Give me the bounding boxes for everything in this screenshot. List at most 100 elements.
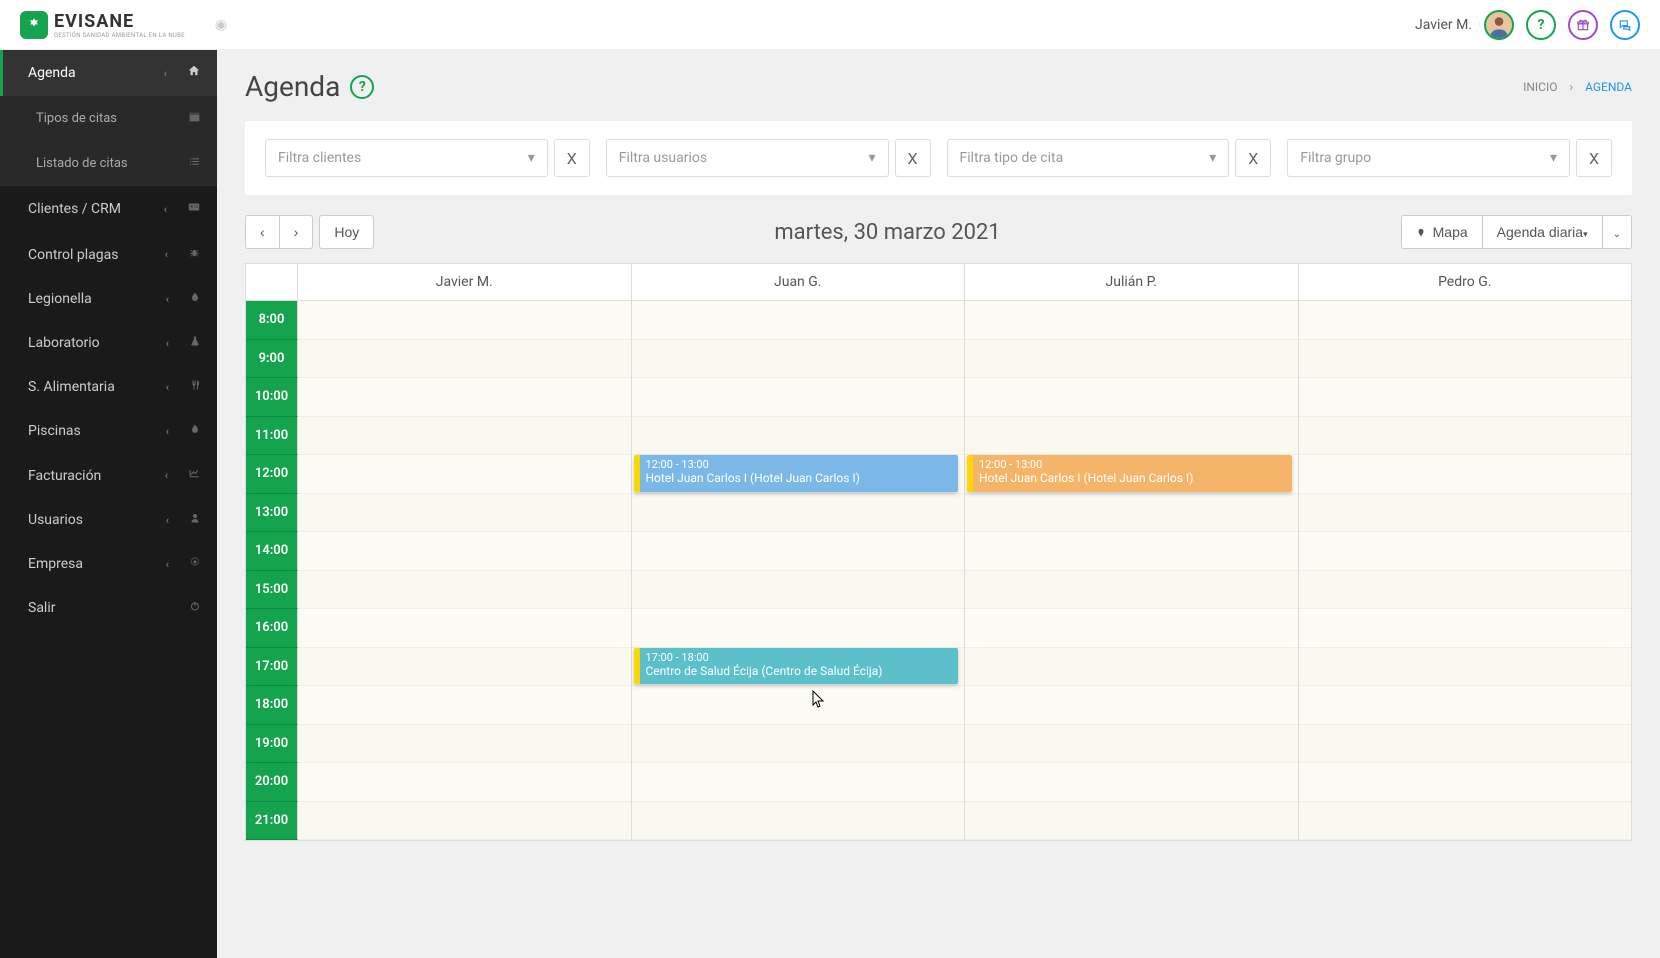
calendar-cell[interactable] — [298, 725, 631, 764]
mapa-button[interactable]: Mapa — [1401, 215, 1483, 249]
calendar-column[interactable]: 12:00 - 13:00Hotel Juan Carlos I (Hotel … — [965, 301, 1299, 840]
calendar-cell[interactable] — [965, 571, 1298, 610]
view-select[interactable]: Agenda diaria▾ — [1483, 215, 1603, 249]
sidebar-item-alimentaria[interactable]: S. Alimentaria ‹ — [0, 365, 217, 409]
calendar-cell[interactable] — [298, 378, 631, 417]
view-more-button[interactable]: ⌄ — [1603, 215, 1632, 249]
calendar-cell[interactable] — [298, 417, 631, 456]
calendar-cell[interactable] — [632, 725, 965, 764]
sidebar-item-legionella[interactable]: Legionella ‹ — [0, 277, 217, 321]
filter-usuarios-clear[interactable]: X — [895, 139, 931, 177]
user-name[interactable]: Javier M. — [1415, 17, 1472, 33]
collapse-icon[interactable]: ◉ — [215, 17, 227, 33]
help-icon[interactable]: ? — [350, 75, 374, 99]
sidebar-item-usuarios[interactable]: Usuarios ‹ — [0, 498, 217, 542]
calendar-cell[interactable] — [1299, 417, 1632, 456]
sidebar-item-laboratorio[interactable]: Laboratorio ‹ — [0, 321, 217, 365]
calendar-cell[interactable] — [632, 802, 965, 841]
calendar-cell[interactable] — [1299, 455, 1632, 494]
sidebar-item-facturacion[interactable]: Facturación ‹ — [0, 453, 217, 498]
calendar-column[interactable] — [298, 301, 632, 840]
filter-tipo-select[interactable]: Filtra tipo de cita ▾ — [947, 139, 1230, 177]
prev-button[interactable]: ‹ — [245, 215, 280, 249]
filter-usuarios-select[interactable]: Filtra usuarios ▾ — [606, 139, 889, 177]
calendar-cell[interactable] — [632, 763, 965, 802]
calendar-cell[interactable] — [1299, 802, 1632, 841]
time-label: 14:00 — [246, 532, 298, 571]
calendar-cell[interactable] — [298, 301, 631, 340]
logo[interactable]: EVISANE GESTIÓN SANIDAD AMBIENTAL EN LA … — [20, 11, 185, 39]
calendar-cell[interactable] — [632, 532, 965, 571]
filter-clientes-select[interactable]: Filtra clientes ▾ — [265, 139, 548, 177]
sidebar-sub-listado[interactable]: Listado de citas — [0, 141, 217, 186]
calendar-event[interactable]: 12:00 - 13:00Hotel Juan Carlos I (Hotel … — [634, 455, 959, 492]
brand-name: EVISANE — [54, 11, 185, 32]
calendar-cell[interactable] — [965, 725, 1298, 764]
sidebar-item-agenda[interactable]: Agenda ‹ — [0, 50, 217, 96]
calendar-cell[interactable] — [1299, 532, 1632, 571]
calendar-cell[interactable] — [298, 648, 631, 687]
calendar-cell[interactable] — [298, 532, 631, 571]
calendar-cell[interactable] — [298, 686, 631, 725]
calendar-cell[interactable] — [632, 340, 965, 379]
calendar-column[interactable] — [1299, 301, 1632, 840]
calendar-cell[interactable] — [632, 686, 965, 725]
next-button[interactable]: › — [280, 215, 314, 249]
calendar-column[interactable]: 12:00 - 13:00Hotel Juan Carlos I (Hotel … — [632, 301, 966, 840]
calendar-cell[interactable] — [632, 571, 965, 610]
calendar-cell[interactable] — [965, 417, 1298, 456]
calendar-cell[interactable] — [1299, 763, 1632, 802]
calendar-cell[interactable] — [965, 378, 1298, 417]
breadcrumb-current[interactable]: AGENDA — [1585, 80, 1632, 94]
filter-tipo-clear[interactable]: X — [1235, 139, 1271, 177]
calendar-cell[interactable] — [965, 301, 1298, 340]
calendar-cell[interactable] — [298, 763, 631, 802]
sidebar-sub-tipos[interactable]: Tipos de citas — [0, 96, 217, 141]
breadcrumb-root[interactable]: INICIO — [1523, 80, 1557, 94]
calendar-cell[interactable] — [298, 802, 631, 841]
calendar-cell[interactable] — [632, 494, 965, 533]
droplet-icon — [189, 423, 201, 439]
calendar-cell[interactable] — [1299, 571, 1632, 610]
sidebar-item-piscinas[interactable]: Piscinas ‹ — [0, 409, 217, 453]
sidebar-item-clientes[interactable]: Clientes / CRM ‹ — [0, 186, 217, 232]
calendar-cell[interactable] — [1299, 648, 1632, 687]
calendar-cell[interactable] — [965, 609, 1298, 648]
calendar-cell[interactable] — [965, 494, 1298, 533]
calendar-cell[interactable] — [1299, 378, 1632, 417]
calendar-cell[interactable] — [1299, 686, 1632, 725]
calendar-cell[interactable] — [298, 571, 631, 610]
calendar-cell[interactable] — [965, 648, 1298, 687]
help-icon[interactable]: ? — [1526, 10, 1556, 40]
sidebar-item-empresa[interactable]: Empresa ‹ — [0, 542, 217, 586]
gift-icon[interactable] — [1568, 10, 1598, 40]
calendar-cell[interactable] — [1299, 609, 1632, 648]
calendar-cell[interactable] — [965, 686, 1298, 725]
calendar-cell[interactable] — [1299, 725, 1632, 764]
calendar-cell[interactable] — [632, 301, 965, 340]
sidebar-item-control-plagas[interactable]: Control plagas ‹ — [0, 232, 217, 277]
chat-icon[interactable] — [1610, 10, 1640, 40]
calendar-cell[interactable] — [1299, 494, 1632, 533]
calendar-cell[interactable] — [965, 763, 1298, 802]
filter-clientes-clear[interactable]: X — [554, 139, 590, 177]
filter-grupo-clear[interactable]: X — [1576, 139, 1612, 177]
calendar-cell[interactable] — [965, 340, 1298, 379]
calendar-cell[interactable] — [632, 417, 965, 456]
sidebar-item-salir[interactable]: Salir — [0, 586, 217, 630]
calendar-cell[interactable] — [298, 340, 631, 379]
calendar-cell[interactable] — [632, 378, 965, 417]
calendar-event[interactable]: 17:00 - 18:00Centro de Salud Écija (Cent… — [634, 648, 959, 685]
today-button[interactable]: Hoy — [319, 215, 374, 249]
calendar-cell[interactable] — [1299, 340, 1632, 379]
calendar-cell[interactable] — [632, 609, 965, 648]
filter-grupo-select[interactable]: Filtra grupo ▾ — [1287, 139, 1570, 177]
calendar-cell[interactable] — [298, 455, 631, 494]
avatar[interactable] — [1484, 10, 1514, 40]
calendar-cell[interactable] — [298, 494, 631, 533]
calendar-cell[interactable] — [298, 609, 631, 648]
calendar-event[interactable]: 12:00 - 13:00Hotel Juan Carlos I (Hotel … — [967, 455, 1292, 492]
calendar-cell[interactable] — [965, 532, 1298, 571]
calendar-cell[interactable] — [965, 802, 1298, 841]
calendar-cell[interactable] — [1299, 301, 1632, 340]
